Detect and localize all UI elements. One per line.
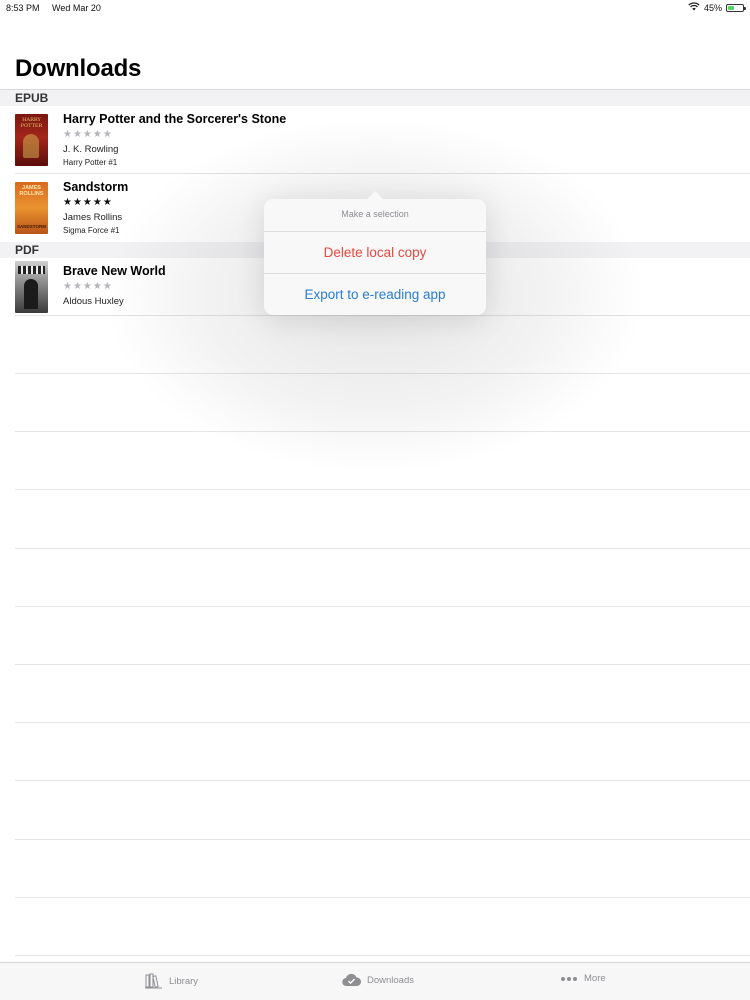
book-author: J. K. Rowling xyxy=(63,144,119,155)
book-series: Sigma Force #1 xyxy=(63,226,120,235)
empty-row-divider xyxy=(15,664,750,665)
delete-local-copy-button[interactable]: Delete local copy xyxy=(264,245,486,260)
row-divider xyxy=(15,315,750,316)
book-title: Sandstorm xyxy=(63,180,129,194)
empty-row-divider xyxy=(15,780,750,782)
tab-bar: Library Downloads More xyxy=(0,962,750,1000)
popover-arrow xyxy=(366,191,384,200)
star-rating[interactable]: ★★★★★ xyxy=(63,129,113,140)
export-to-e-reading-app-button[interactable]: Export to e-reading app xyxy=(264,287,486,302)
tab-downloads[interactable]: Downloads xyxy=(342,973,414,987)
empty-row-divider xyxy=(15,896,750,898)
status-date: Wed Mar 20 xyxy=(52,3,101,13)
book-cover: HARRY POTTER xyxy=(15,114,48,166)
page-title: Downloads xyxy=(15,55,142,82)
empty-row-divider xyxy=(15,955,750,956)
book-author: James Rollins xyxy=(63,212,123,223)
more-dots-icon xyxy=(560,976,578,982)
section-header-epub: EPUB xyxy=(0,90,750,106)
book-author: Aldous Huxley xyxy=(63,296,124,307)
book-cover: JAMES ROLLINS SANDSTORM xyxy=(15,182,48,234)
book-series: Harry Potter #1 xyxy=(63,158,118,167)
book-title: Brave New World xyxy=(63,264,166,278)
tab-label: Library xyxy=(169,975,199,987)
popover-message: Make a selection xyxy=(341,209,409,219)
empty-row-divider xyxy=(15,489,750,491)
action-popover: Make a selection Delete local copy Expor… xyxy=(264,191,486,315)
tab-label: More xyxy=(584,973,606,984)
empty-row-divider xyxy=(15,838,750,840)
empty-row-divider xyxy=(15,605,750,607)
wifi-icon xyxy=(688,2,700,13)
book-title: Harry Potter and the Sorcerer's Stone xyxy=(63,112,287,126)
battery-percent: 45% xyxy=(703,2,722,13)
cloud-download-icon xyxy=(342,973,361,987)
cover-author-text: JAMES ROLLINS xyxy=(19,185,44,197)
empty-row-divider xyxy=(15,722,750,724)
books-icon xyxy=(145,973,163,989)
status-bar: 8:53 PM Wed Mar 20 45% xyxy=(0,0,750,16)
tab-library[interactable]: Library xyxy=(145,973,198,989)
tab-label: Downloads xyxy=(367,974,414,986)
empty-row-divider xyxy=(15,431,750,433)
star-rating[interactable]: ★★★★★ xyxy=(63,281,113,292)
tab-more[interactable]: More xyxy=(560,973,606,984)
empty-row-divider xyxy=(15,547,750,549)
book-cover xyxy=(15,261,48,313)
battery-icon xyxy=(726,3,746,12)
status-time: 8:53 PM xyxy=(6,3,40,13)
empty-row-divider xyxy=(15,373,750,374)
cover-title-text: HARRY POTTER xyxy=(20,117,43,129)
star-rating[interactable]: ★★★★★ xyxy=(63,197,113,208)
cover-title-text: SANDSTORM xyxy=(17,224,46,229)
list-item[interactable]: HARRY POTTER Harry Potter and the Sorcer… xyxy=(0,106,750,173)
